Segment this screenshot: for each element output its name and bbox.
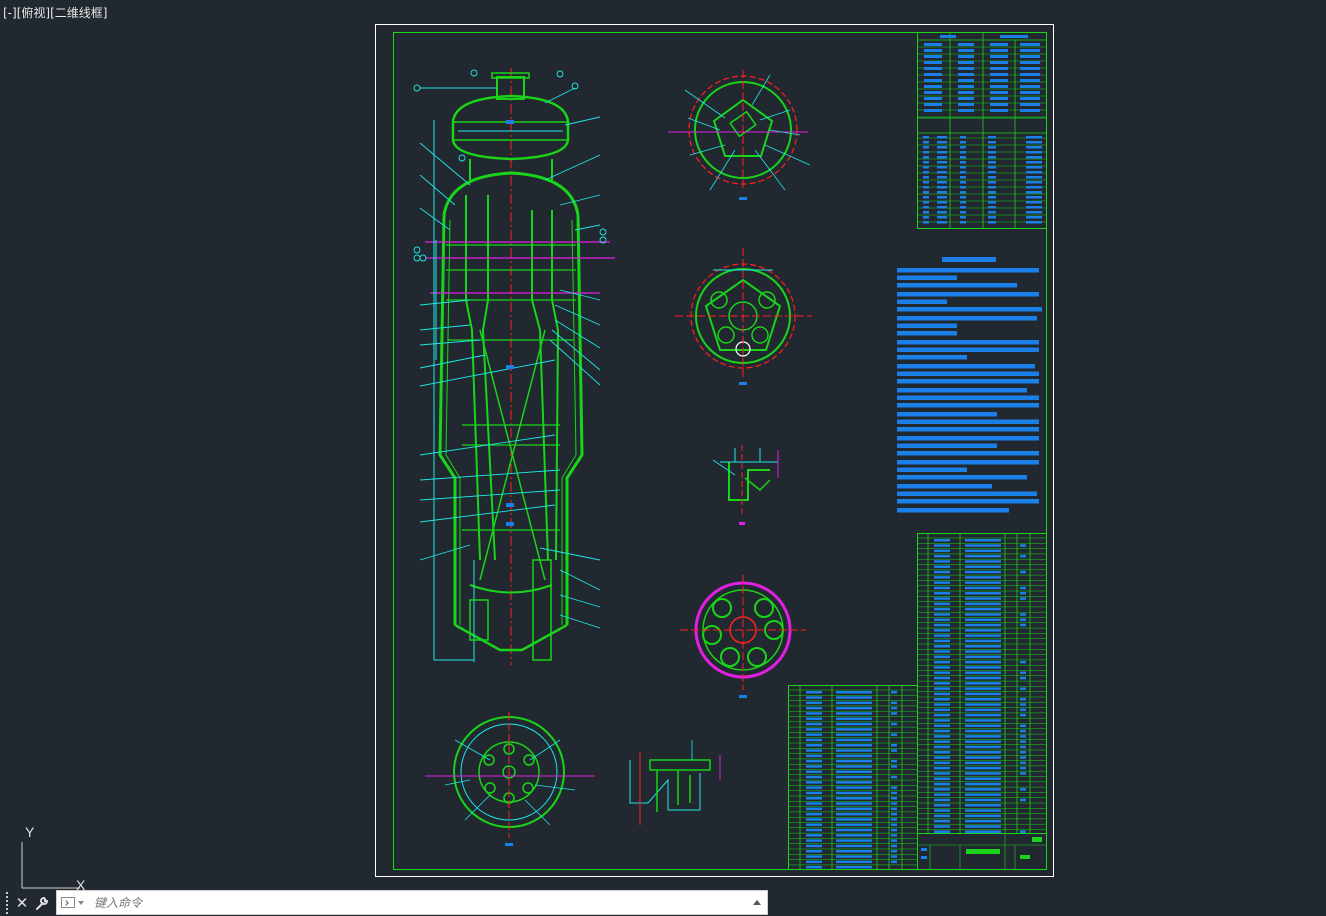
flange-view (425, 712, 595, 846)
grip-icon[interactable] (2, 892, 12, 914)
section-view-a (668, 70, 810, 200)
dropdown-icon[interactable] (78, 901, 84, 905)
parts-list-right (917, 533, 1047, 834)
title-block (917, 833, 1047, 870)
sheet-border (376, 25, 1054, 877)
technical-requirements (897, 257, 1042, 513)
detail-view-e (630, 740, 720, 825)
section-view-b (675, 248, 812, 385)
vessel-elevation (414, 68, 615, 665)
section-view-d (680, 575, 806, 698)
technical-spec-table (917, 32, 1047, 229)
detail-view-c (713, 445, 778, 525)
command-input[interactable] (92, 895, 753, 911)
parts-list-bottom (788, 685, 918, 870)
up-arrow-icon[interactable] (753, 900, 761, 905)
ucs-y-label: Y (25, 824, 35, 840)
close-icon[interactable]: ✕ (12, 892, 32, 914)
wrench-icon[interactable] (32, 892, 52, 914)
command-prompt-icon[interactable] (61, 897, 75, 908)
command-line-bar: ✕ (0, 889, 768, 916)
drawing-canvas[interactable] (0, 0, 1326, 916)
ucs-icon: Y X (10, 820, 100, 900)
command-input-box[interactable] (56, 890, 768, 915)
